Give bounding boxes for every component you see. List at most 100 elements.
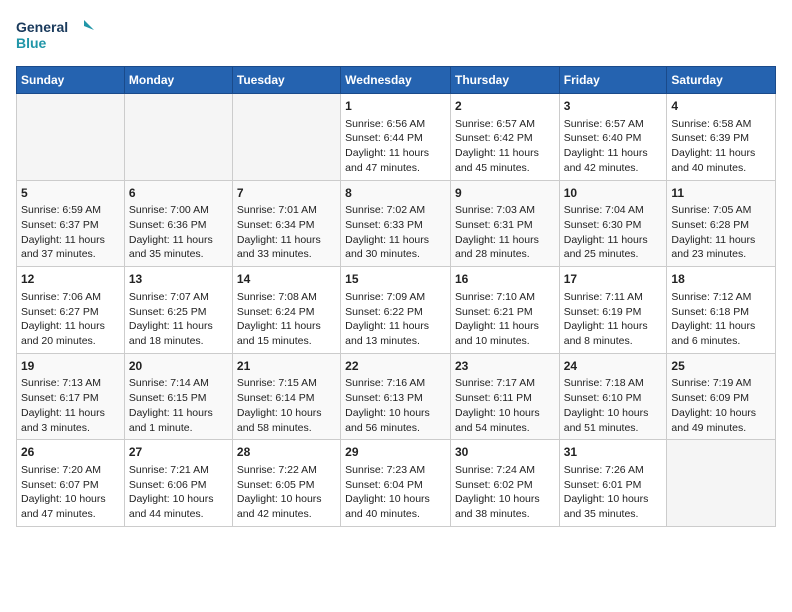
calendar-cell: 23Sunrise: 7:17 AMSunset: 6:11 PMDayligh… xyxy=(450,353,559,440)
day-info: Daylight: 11 hours xyxy=(21,319,120,334)
calendar-cell: 20Sunrise: 7:14 AMSunset: 6:15 PMDayligh… xyxy=(124,353,232,440)
day-info: and 8 minutes. xyxy=(564,334,663,349)
calendar-cell: 27Sunrise: 7:21 AMSunset: 6:06 PMDayligh… xyxy=(124,440,232,527)
day-info: Sunset: 6:09 PM xyxy=(671,391,771,406)
day-info: and 47 minutes. xyxy=(21,507,120,522)
day-info: and 33 minutes. xyxy=(237,247,336,262)
day-info: Sunrise: 7:11 AM xyxy=(564,290,663,305)
day-info: Sunset: 6:44 PM xyxy=(345,131,446,146)
day-number: 25 xyxy=(671,358,771,375)
day-info: Sunset: 6:39 PM xyxy=(671,131,771,146)
weekday-header-wednesday: Wednesday xyxy=(341,67,451,94)
calendar-cell: 8Sunrise: 7:02 AMSunset: 6:33 PMDaylight… xyxy=(341,180,451,267)
calendar-cell: 22Sunrise: 7:16 AMSunset: 6:13 PMDayligh… xyxy=(341,353,451,440)
day-info: Daylight: 11 hours xyxy=(345,233,446,248)
calendar-week-row: 12Sunrise: 7:06 AMSunset: 6:27 PMDayligh… xyxy=(17,267,776,354)
day-info: Sunset: 6:22 PM xyxy=(345,305,446,320)
calendar-cell: 21Sunrise: 7:15 AMSunset: 6:14 PMDayligh… xyxy=(232,353,340,440)
day-info: Sunrise: 6:56 AM xyxy=(345,117,446,132)
day-number: 14 xyxy=(237,271,336,288)
day-number: 6 xyxy=(129,185,228,202)
calendar-cell: 28Sunrise: 7:22 AMSunset: 6:05 PMDayligh… xyxy=(232,440,340,527)
day-number: 2 xyxy=(455,98,555,115)
day-number: 24 xyxy=(564,358,663,375)
day-info: Daylight: 11 hours xyxy=(671,233,771,248)
calendar-cell: 2Sunrise: 6:57 AMSunset: 6:42 PMDaylight… xyxy=(450,94,559,181)
day-number: 1 xyxy=(345,98,446,115)
logo: General Blue xyxy=(16,16,96,56)
day-number: 8 xyxy=(345,185,446,202)
day-info: Sunrise: 7:01 AM xyxy=(237,203,336,218)
day-number: 30 xyxy=(455,444,555,461)
calendar-week-row: 19Sunrise: 7:13 AMSunset: 6:17 PMDayligh… xyxy=(17,353,776,440)
calendar-cell: 4Sunrise: 6:58 AMSunset: 6:39 PMDaylight… xyxy=(667,94,776,181)
day-info: Sunrise: 7:13 AM xyxy=(21,376,120,391)
day-info: and 13 minutes. xyxy=(345,334,446,349)
weekday-header-friday: Friday xyxy=(559,67,667,94)
day-number: 26 xyxy=(21,444,120,461)
day-info: and 51 minutes. xyxy=(564,421,663,436)
day-info: Daylight: 10 hours xyxy=(237,406,336,421)
calendar-week-row: 5Sunrise: 6:59 AMSunset: 6:37 PMDaylight… xyxy=(17,180,776,267)
day-info: and 15 minutes. xyxy=(237,334,336,349)
calendar-cell: 26Sunrise: 7:20 AMSunset: 6:07 PMDayligh… xyxy=(17,440,125,527)
day-info: and 37 minutes. xyxy=(21,247,120,262)
day-info: Sunrise: 6:58 AM xyxy=(671,117,771,132)
calendar-cell: 7Sunrise: 7:01 AMSunset: 6:34 PMDaylight… xyxy=(232,180,340,267)
calendar-cell: 6Sunrise: 7:00 AMSunset: 6:36 PMDaylight… xyxy=(124,180,232,267)
day-info: Sunrise: 7:07 AM xyxy=(129,290,228,305)
day-info: Daylight: 11 hours xyxy=(345,146,446,161)
day-number: 31 xyxy=(564,444,663,461)
calendar-cell xyxy=(667,440,776,527)
day-info: Daylight: 10 hours xyxy=(21,492,120,507)
calendar-cell: 10Sunrise: 7:04 AMSunset: 6:30 PMDayligh… xyxy=(559,180,667,267)
calendar-week-row: 26Sunrise: 7:20 AMSunset: 6:07 PMDayligh… xyxy=(17,440,776,527)
day-info: Sunset: 6:06 PM xyxy=(129,478,228,493)
day-info: Sunrise: 7:23 AM xyxy=(345,463,446,478)
day-info: Sunset: 6:07 PM xyxy=(21,478,120,493)
calendar-cell: 12Sunrise: 7:06 AMSunset: 6:27 PMDayligh… xyxy=(17,267,125,354)
calendar-cell: 1 Sunrise: 6:56 AMSunset: 6:44 PMDaylight… xyxy=(341,94,451,181)
day-number: 22 xyxy=(345,358,446,375)
day-info: Daylight: 10 hours xyxy=(455,406,555,421)
day-info: Sunset: 6:30 PM xyxy=(564,218,663,233)
day-info: and 40 minutes. xyxy=(345,507,446,522)
day-info: and 20 minutes. xyxy=(21,334,120,349)
calendar-cell: 18Sunrise: 7:12 AMSunset: 6:18 PMDayligh… xyxy=(667,267,776,354)
day-info: Daylight: 11 hours xyxy=(237,233,336,248)
day-info: and 42 minutes. xyxy=(237,507,336,522)
day-number: 29 xyxy=(345,444,446,461)
day-info: and 1 minute. xyxy=(129,421,228,436)
day-info: Sunset: 6:15 PM xyxy=(129,391,228,406)
day-info: and 6 minutes. xyxy=(671,334,771,349)
calendar-cell: 9Sunrise: 7:03 AMSunset: 6:31 PMDaylight… xyxy=(450,180,559,267)
day-info: and 35 minutes. xyxy=(129,247,228,262)
day-number: 13 xyxy=(129,271,228,288)
calendar-cell: 30Sunrise: 7:24 AMSunset: 6:02 PMDayligh… xyxy=(450,440,559,527)
logo-svg: General Blue xyxy=(16,16,96,56)
calendar-cell: 19Sunrise: 7:13 AMSunset: 6:17 PMDayligh… xyxy=(17,353,125,440)
day-info: Daylight: 10 hours xyxy=(455,492,555,507)
day-info: Sunrise: 7:10 AM xyxy=(455,290,555,305)
day-info: Sunrise: 7:19 AM xyxy=(671,376,771,391)
calendar-cell: 24Sunrise: 7:18 AMSunset: 6:10 PMDayligh… xyxy=(559,353,667,440)
day-info: Daylight: 11 hours xyxy=(564,319,663,334)
day-info: and 28 minutes. xyxy=(455,247,555,262)
day-info: and 23 minutes. xyxy=(671,247,771,262)
day-info: and 54 minutes. xyxy=(455,421,555,436)
day-info: Sunrise: 7:17 AM xyxy=(455,376,555,391)
day-info: Sunset: 6:27 PM xyxy=(21,305,120,320)
day-info: Sunset: 6:18 PM xyxy=(671,305,771,320)
calendar-table: SundayMondayTuesdayWednesdayThursdayFrid… xyxy=(16,66,776,527)
weekday-header-sunday: Sunday xyxy=(17,67,125,94)
day-info: and 44 minutes. xyxy=(129,507,228,522)
day-info: Sunset: 6:25 PM xyxy=(129,305,228,320)
day-info: Daylight: 11 hours xyxy=(671,146,771,161)
day-number: 3 xyxy=(564,98,663,115)
day-info: Sunset: 6:24 PM xyxy=(237,305,336,320)
calendar-cell: 29Sunrise: 7:23 AMSunset: 6:04 PMDayligh… xyxy=(341,440,451,527)
day-info: Sunset: 6:10 PM xyxy=(564,391,663,406)
day-info: Sunrise: 7:04 AM xyxy=(564,203,663,218)
calendar-cell: 31Sunrise: 7:26 AMSunset: 6:01 PMDayligh… xyxy=(559,440,667,527)
day-info: and 45 minutes. xyxy=(455,161,555,176)
